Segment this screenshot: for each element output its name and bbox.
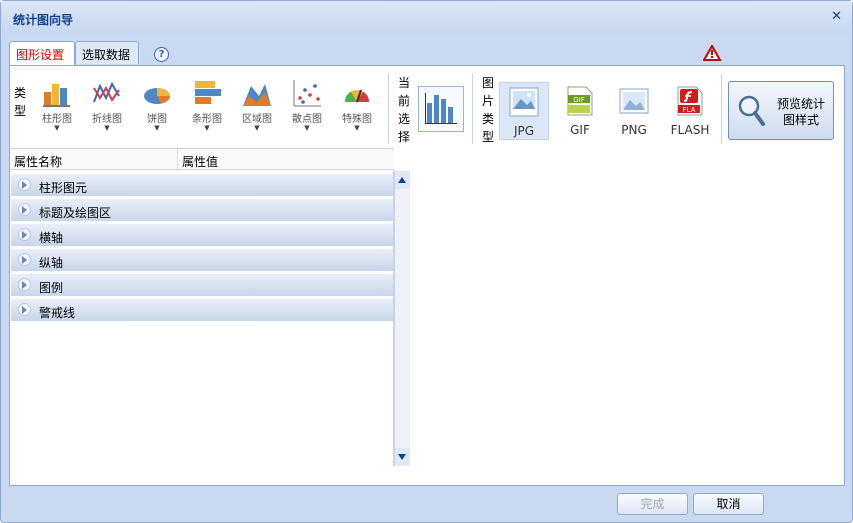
chart-type-label: 折线图 (92, 114, 122, 125)
scatter-chart-icon (293, 80, 321, 107)
tab-chart-settings[interactable]: 图形设置 (9, 41, 75, 66)
chart-type-pie[interactable]: 饼图 ▼ (134, 78, 180, 142)
expand-icon[interactable] (22, 306, 27, 314)
title-bar[interactable]: 统计图向导 ✕ (1, 1, 852, 35)
chart-type-scatter[interactable]: 散点图 ▼ (284, 78, 330, 142)
help-icon[interactable]: ? (154, 47, 169, 62)
image-type-png[interactable]: PNG (609, 82, 659, 140)
scroll-up-icon[interactable] (395, 171, 410, 189)
image-type-label-text: FLASH (670, 123, 710, 137)
chevron-down-icon[interactable]: ▼ (284, 125, 330, 132)
chart-type-column[interactable]: 柱形图 ▼ (34, 78, 80, 142)
expand-icon[interactable] (22, 281, 27, 289)
chevron-down-icon[interactable]: ▼ (234, 125, 280, 132)
gif-icon: GIF (567, 86, 593, 116)
property-grid-scrollbar[interactable] (394, 171, 410, 466)
expand-icon[interactable] (22, 256, 27, 264)
pie-chart-icon (144, 88, 170, 104)
preview-chart-button[interactable]: 预览统计 图样式 (728, 81, 834, 140)
svg-text:FLA: FLA (683, 106, 696, 114)
chart-type-label: 条形图 (192, 114, 222, 125)
type-label: 类型 (13, 86, 26, 118)
preview-button-label: 预览统计 图样式 (776, 97, 825, 127)
image-type-label-text: GIF (570, 123, 590, 137)
bar-chart-icon (195, 81, 221, 104)
chevron-down-icon[interactable]: ▼ (34, 125, 80, 132)
chart-type-label: 区域图 (242, 114, 272, 125)
column-chart-icon (43, 84, 70, 107)
property-group[interactable]: 纵轴 (11, 249, 393, 272)
property-group[interactable]: 柱形图元 (11, 174, 393, 197)
chevron-down-icon[interactable]: ▼ (134, 125, 180, 132)
property-grid: 属性名称 属性值 柱形图元 标题及绘图区 横轴 纵轴 图例 警戒线 (10, 148, 394, 466)
warning-icon[interactable] (703, 45, 721, 61)
image-type-gif[interactable]: GIF GIF (555, 82, 605, 140)
png-icon (619, 88, 649, 114)
chart-type-label: 柱形图 (42, 114, 72, 125)
chart-preview-area (411, 148, 844, 485)
chart-type-label: 散点图 (292, 114, 322, 125)
window-title: 统计图向导 (13, 13, 74, 27)
cancel-button[interactable]: 取消 (693, 493, 764, 515)
expand-icon[interactable] (22, 206, 27, 214)
chart-type-label: 饼图 (147, 114, 167, 125)
image-type-label: 图片 类型 (481, 76, 494, 144)
main-panel: 类型 柱形图 ▼ 折线图 ▼ 饼图 ▼ 条形图 ▼ 区域图 ▼ 散点图 ▼ 特殊… (9, 65, 845, 486)
current-selection-label: 当前 选择 (397, 76, 410, 144)
chevron-down-icon[interactable]: ▼ (334, 125, 380, 132)
gauge-chart-icon (345, 89, 369, 103)
column-header-name[interactable]: 属性名称 (14, 153, 62, 170)
chart-type-special[interactable]: 特殊图 ▼ (334, 78, 380, 142)
image-type-label-text: PNG (621, 123, 647, 137)
chart-toolbar: 类型 柱形图 ▼ 折线图 ▼ 饼图 ▼ 条形图 ▼ 区域图 ▼ 散点图 ▼ 特殊… (10, 66, 844, 148)
property-group[interactable]: 图例 (11, 274, 393, 297)
chart-type-line[interactable]: 折线图 ▼ (84, 78, 130, 142)
svg-text:GIF: GIF (573, 96, 585, 104)
column-header-value[interactable]: 属性值 (182, 153, 218, 170)
finish-button[interactable]: 完成 (617, 493, 688, 515)
flash-icon: FLA (677, 86, 703, 116)
close-icon[interactable]: ✕ (831, 9, 842, 24)
image-type-jpg[interactable]: JPG (499, 82, 549, 140)
property-group[interactable]: 横轴 (11, 224, 393, 247)
expand-icon[interactable] (22, 181, 27, 189)
jpg-icon (509, 87, 539, 117)
tab-select-data[interactable]: 选取数据 (75, 41, 139, 64)
chart-type-bar[interactable]: 条形图 ▼ (184, 78, 230, 142)
area-chart-icon (243, 84, 271, 106)
chart-type-area[interactable]: 区域图 ▼ (234, 78, 280, 142)
separator (721, 74, 722, 144)
chart-type-label: 特殊图 (342, 114, 372, 125)
chart-wizard-window: 统计图向导 ✕ 图形设置 选取数据 ? 类型 柱形图 ▼ 折线图 ▼ 饼图 ▼ … (0, 0, 853, 523)
chevron-down-icon[interactable]: ▼ (184, 125, 230, 132)
property-group[interactable]: 警戒线 (11, 299, 393, 322)
image-type-label-text: JPG (513, 124, 535, 138)
current-chart-preview (418, 86, 464, 132)
property-group[interactable]: 标题及绘图区 (11, 199, 393, 222)
expand-icon[interactable] (22, 231, 27, 239)
separator (472, 74, 473, 144)
image-type-flash[interactable]: FLA FLASH (664, 82, 716, 140)
line-chart-icon (93, 81, 120, 103)
magnifier-icon (738, 95, 765, 126)
chevron-down-icon[interactable]: ▼ (84, 125, 130, 132)
separator (388, 74, 389, 144)
property-grid-header: 属性名称 属性值 (10, 148, 394, 171)
column-chart-icon (425, 93, 457, 124)
scroll-down-icon[interactable] (395, 448, 410, 466)
